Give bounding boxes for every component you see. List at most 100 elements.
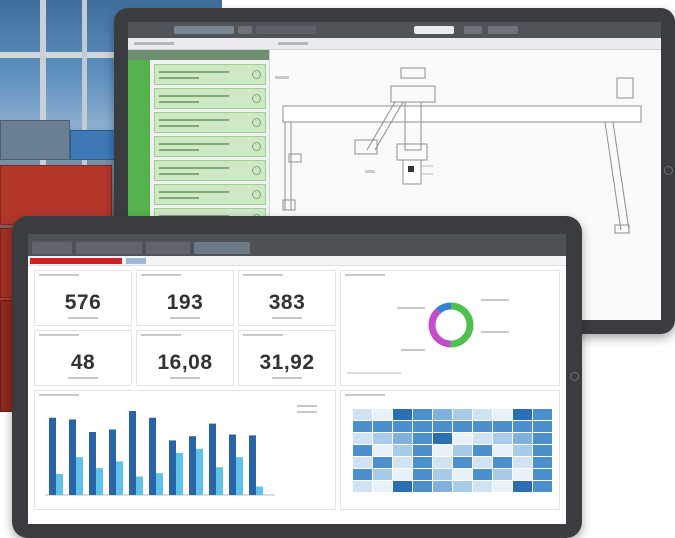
heatmap-cell <box>493 433 512 444</box>
heatmap-cell <box>473 409 492 420</box>
bar-series-1-8 <box>189 436 196 495</box>
heatmap-cell <box>433 409 452 420</box>
job-settings-icon[interactable] <box>252 142 261 151</box>
toolbar-group[interactable] <box>174 26 234 34</box>
heatmap-cell <box>533 481 552 492</box>
tab-active[interactable] <box>194 242 250 254</box>
bar-series-2-3 <box>96 468 103 495</box>
heatmap-cell <box>493 445 512 456</box>
kpi-card[interactable]: 48 <box>34 330 132 386</box>
kpi-card[interactable]: 383 <box>238 270 336 326</box>
spreader-frame <box>396 143 428 161</box>
crane-leg <box>82 0 87 190</box>
breadcrumb-bar <box>128 38 661 50</box>
toolbar-button[interactable] <box>488 26 518 34</box>
tab[interactable] <box>76 242 142 254</box>
heatmap-cell <box>393 481 412 492</box>
tablet-front: 576 193 383 48 16,08 31,92 <box>12 216 582 538</box>
heatmap-cell <box>513 457 532 468</box>
clear-filter-link[interactable] <box>126 258 146 264</box>
toolbar-group[interactable] <box>256 26 316 34</box>
heatmap-cell <box>373 433 392 444</box>
heatmap-cell <box>393 409 412 420</box>
job-list-item[interactable] <box>154 136 266 157</box>
right-leg <box>604 121 622 231</box>
job-settings-icon[interactable] <box>252 70 261 79</box>
bar-series-1-3 <box>89 432 96 495</box>
job-settings-icon[interactable] <box>252 118 261 127</box>
heatmap-cell <box>493 481 512 492</box>
bar-series-1-1 <box>49 417 56 495</box>
active-filter-chip[interactable] <box>30 258 122 264</box>
bar-series-2-4 <box>116 461 123 495</box>
heatmap-cell <box>513 445 532 456</box>
bar-series-2-5 <box>136 476 143 495</box>
container <box>0 120 70 160</box>
heatmap-cell <box>373 445 392 456</box>
bar-series-1-4 <box>109 429 116 495</box>
heatmap-cell <box>413 421 432 432</box>
bar-series-2-11 <box>256 486 263 495</box>
job-settings-icon[interactable] <box>252 166 261 175</box>
heatmap-cell <box>393 445 412 456</box>
job-list-item[interactable] <box>154 88 266 109</box>
heatmap-cell <box>373 457 392 468</box>
toolbar-button[interactable] <box>464 26 482 34</box>
heatmap-cell <box>433 469 452 480</box>
heatmap-cell <box>433 421 452 432</box>
heatmap-cell <box>533 445 552 456</box>
tab[interactable] <box>32 242 72 254</box>
job-list-header <box>128 50 269 60</box>
bar-series-1-2 <box>69 419 76 495</box>
heatmap-cell <box>533 457 552 468</box>
donut-card[interactable] <box>340 270 560 386</box>
job-list-item[interactable] <box>154 184 266 205</box>
marketing-composite: 576 193 383 48 16,08 31,92 <box>0 0 675 538</box>
heatmap-cell <box>453 457 472 468</box>
heatmap-cell <box>473 421 492 432</box>
pane-title <box>278 42 308 45</box>
kpi-card[interactable]: 31,92 <box>238 330 336 386</box>
kpi-card[interactable]: 16,08 <box>136 330 234 386</box>
bar-chart-card[interactable] <box>34 390 336 510</box>
heatmap-cell <box>473 445 492 456</box>
bar-series-1-7 <box>169 440 176 495</box>
kpi-card[interactable]: 576 <box>34 270 132 326</box>
job-settings-icon[interactable] <box>252 190 261 199</box>
bar-chart <box>45 405 317 496</box>
search-input[interactable] <box>414 26 454 34</box>
job-list-item[interactable] <box>154 112 266 133</box>
heatmap-cell <box>353 469 372 480</box>
job-list-item[interactable] <box>154 64 266 85</box>
heatmap-cell <box>413 469 432 480</box>
kpi-value: 576 <box>64 291 102 314</box>
donut-label <box>481 299 509 301</box>
donut-label <box>397 307 425 309</box>
heatmap-cell <box>513 433 532 444</box>
donut-chart <box>347 299 509 374</box>
heatmap-card[interactable] <box>340 390 560 510</box>
toolbar-button[interactable] <box>238 26 252 34</box>
heatmap-cell <box>533 409 552 420</box>
job-list-item[interactable] <box>154 160 266 181</box>
heatmap-cell <box>473 433 492 444</box>
heatmap <box>353 409 553 497</box>
app-toolbar <box>128 22 661 38</box>
tab[interactable] <box>146 242 190 254</box>
heatmap-cell <box>533 421 552 432</box>
heatmap-cell <box>493 421 512 432</box>
bar-series-2-2 <box>76 457 83 495</box>
job-settings-icon[interactable] <box>252 94 261 103</box>
lock-icon <box>408 166 414 172</box>
heatmap-cell <box>453 445 472 456</box>
kpi-value: 48 <box>70 351 96 374</box>
kpi-card[interactable]: 193 <box>136 270 234 326</box>
legend-entry <box>297 411 317 413</box>
heatmap-cell <box>353 457 372 468</box>
donut-label <box>401 349 425 351</box>
bar-series-2-8 <box>196 448 203 495</box>
heatmap-cell <box>393 421 412 432</box>
bar-series-1-9 <box>209 423 216 495</box>
heatmap-cell <box>413 445 432 456</box>
kpi-value: 383 <box>268 291 306 314</box>
